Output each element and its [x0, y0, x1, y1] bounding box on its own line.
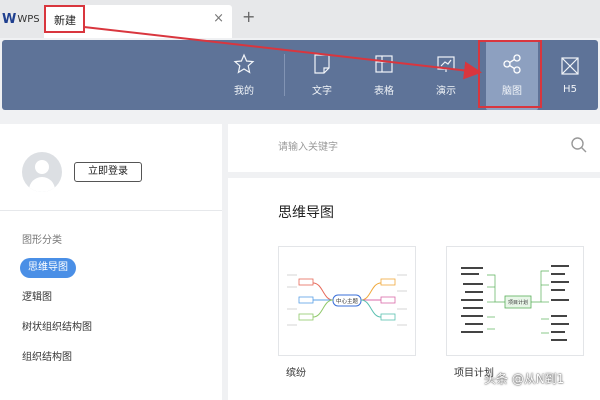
- center-topic: 项目计划: [508, 299, 528, 306]
- tool-label: 演示: [436, 86, 456, 97]
- avatar[interactable]: [22, 152, 62, 192]
- tab-highlight-frame: [44, 5, 85, 33]
- sidebar-divider: [0, 210, 222, 211]
- add-tab-icon[interactable]: +: [242, 7, 255, 26]
- search-divider: [228, 172, 600, 178]
- avatar-body: [29, 177, 55, 192]
- document-icon: [314, 54, 330, 74]
- tool-writer[interactable]: 文字: [300, 40, 344, 110]
- tool-label: H5: [563, 84, 577, 95]
- search-input[interactable]: 请输入关键字: [278, 138, 588, 158]
- tool-label: 表格: [374, 86, 394, 97]
- tool-h5[interactable]: H5: [550, 40, 590, 110]
- tool-presentation[interactable]: 演示: [424, 40, 468, 110]
- mindmap-highlight-frame: [478, 40, 542, 108]
- sidebar-item-tree-org-chart[interactable]: 树状组织结构图: [22, 318, 92, 338]
- title-bar: W WPS 新建 × +: [0, 0, 600, 38]
- sidebar-item-mindmap[interactable]: 思维导图: [20, 258, 76, 278]
- tool-spreadsheet[interactable]: 表格: [362, 40, 406, 110]
- sidebar-item-logic-chart[interactable]: 逻辑图: [22, 288, 52, 308]
- tool-label: 我的: [234, 86, 254, 97]
- sidebar-item-org-chart[interactable]: 组织结构图: [22, 348, 72, 368]
- template-label: 缤纷: [286, 368, 306, 379]
- mindmap-thumbnail: 项目计划: [461, 265, 569, 341]
- wps-logo[interactable]: W WPS: [2, 9, 40, 29]
- tool-mine[interactable]: 我的: [224, 40, 264, 110]
- star-icon: [233, 53, 255, 74]
- login-button[interactable]: 立即登录: [74, 162, 142, 182]
- center-topic: 中心主题: [336, 297, 359, 305]
- watermark: 头条 @从N到1: [484, 372, 565, 386]
- app-name: WPS: [17, 13, 40, 25]
- spreadsheet-icon: [375, 55, 393, 73]
- search-icon[interactable]: [570, 136, 588, 154]
- template-card-colorful[interactable]: 中心主题: [278, 246, 416, 356]
- category-title: 图形分类: [22, 235, 62, 246]
- close-icon[interactable]: ×: [213, 11, 224, 26]
- template-area: 请输入关键字 思维导图 中心主题 缤纷 项目计划 项目计划: [228, 124, 600, 400]
- section-title: 思维导图: [278, 205, 334, 221]
- sidebar: 立即登录 图形分类 思维导图 逻辑图 树状组织结构图 组织结构图: [0, 124, 222, 400]
- toolbar-divider: [284, 54, 285, 96]
- tool-label: 文字: [312, 86, 332, 97]
- template-card-project-plan[interactable]: 项目计划: [446, 246, 584, 356]
- presentation-icon: [437, 56, 455, 72]
- avatar-head: [35, 160, 49, 174]
- h5-icon: [561, 57, 579, 75]
- mindmap-thumbnail: 中心主题: [287, 274, 407, 326]
- wps-logo-icon: W: [2, 11, 16, 27]
